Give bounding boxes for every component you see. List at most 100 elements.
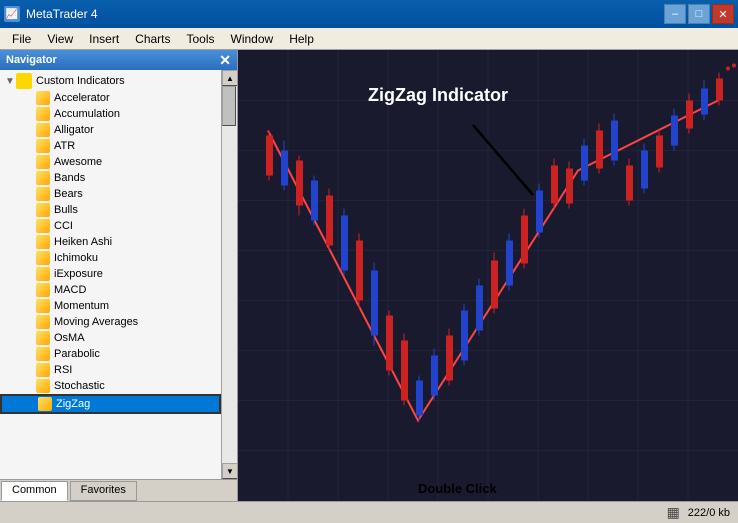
indicator-icon [36,139,50,153]
navigator-close-button[interactable]: ✕ [219,53,231,67]
navigator-scrollbar: ▲ ▼ [221,70,237,479]
indicator-icon [36,219,50,233]
menu-tools[interactable]: Tools [179,30,223,48]
title-bar: 📈 MetaTrader 4 – □ ✕ [0,0,738,28]
scrollbar-thumb[interactable] [222,86,236,126]
menu-insert[interactable]: Insert [81,30,127,48]
tree-item-accumulation[interactable]: Accumulation [0,106,221,122]
indicator-icon [36,171,50,185]
item-label: iExposure [54,268,103,280]
item-label: Parabolic [54,348,100,360]
navigator-header: Navigator ✕ [0,50,237,70]
item-label: ATR [54,140,75,152]
tab-favorites-label: Favorites [81,484,126,496]
menu-window[interactable]: Window [223,30,282,48]
item-label: Heiken Ashi [54,236,112,248]
indicator-icon [36,187,50,201]
indicator-icon [36,123,50,137]
indicator-icon [36,203,50,217]
double-click-label: Double Click [418,481,497,496]
minimize-button[interactable]: – [664,4,686,24]
indicator-icon [36,347,50,361]
item-label: Momentum [54,300,109,312]
indicator-icon [36,379,50,393]
menu-file[interactable]: File [4,30,39,48]
tree-item-iexposure[interactable]: iExposure [0,266,221,282]
tree-item-bands[interactable]: Bands [0,170,221,186]
tree-item-stochastic[interactable]: Stochastic [0,378,221,394]
scrollbar-track [222,86,237,463]
indicator-icon [36,267,50,281]
tree-item-macd[interactable]: MACD [0,282,221,298]
menu-bar: File View Insert Charts Tools Window Hel… [0,28,738,50]
tree-item-ichimoku[interactable]: Ichimoku [0,250,221,266]
item-label: Bulls [54,204,78,216]
zigzag-annotation-label: ZigZag Indicator [368,85,508,106]
chart-svg [238,50,738,501]
menu-charts[interactable]: Charts [127,30,178,48]
menu-help[interactable]: Help [281,30,322,48]
tree-item-moving-averages[interactable]: Moving Averages [0,314,221,330]
tree-item-parabolic[interactable]: Parabolic [0,346,221,362]
indicator-icon [36,315,50,329]
navigator-tabs: Common Favorites [0,479,237,501]
tree-item-atr[interactable]: ATR [0,138,221,154]
root-folder-icon [16,73,32,89]
tree-item-bears[interactable]: Bears [0,186,221,202]
title-bar-title: MetaTrader 4 [26,7,98,21]
navigator-panel: Navigator ✕ ▼ Custom Indicators Accelera… [0,50,238,501]
tree-item-rsi[interactable]: RSI [0,362,221,378]
status-grid-icon: ▦ [667,504,680,521]
main-area: Navigator ✕ ▼ Custom Indicators Accelera… [0,50,738,501]
indicator-icon [36,107,50,121]
item-label: Stochastic [54,380,105,392]
item-label: Awesome [54,156,102,168]
scrollbar-down-button[interactable]: ▼ [222,463,237,479]
tree-item-momentum[interactable]: Momentum [0,298,221,314]
tab-favorites[interactable]: Favorites [70,481,137,501]
item-label: Alligator [54,124,94,136]
navigator-title: Navigator [6,54,57,66]
indicator-icon [36,283,50,297]
status-bar: ▦ 222/0 kb [0,501,738,523]
item-label: Moving Averages [54,316,138,328]
item-label: ZigZag [56,398,90,410]
tree-item-awesome[interactable]: Awesome [0,154,221,170]
expand-icon: ▼ [4,76,16,87]
item-label: Accelerator [54,92,110,104]
navigator-tree: ▼ Custom Indicators Accelerator Accumula… [0,70,221,479]
indicator-icon [36,251,50,265]
close-button[interactable]: ✕ [712,4,734,24]
tree-item-heiken-ashi[interactable]: Heiken Ashi [0,234,221,250]
tree-item-bulls[interactable]: Bulls [0,202,221,218]
tree-item-zigzag[interactable]: ZigZag [0,394,221,414]
indicator-icon [36,331,50,345]
tree-item-osma[interactable]: OsMA [0,330,221,346]
maximize-button[interactable]: □ [688,4,710,24]
scrollbar-up-button[interactable]: ▲ [222,70,237,86]
indicator-icon [36,235,50,249]
tree-item-accelerator[interactable]: Accelerator [0,90,221,106]
status-memory: 222/0 kb [688,507,730,519]
item-label: OsMA [54,332,85,344]
title-bar-controls: – □ ✕ [664,4,734,24]
tab-common-label: Common [12,484,57,496]
item-label: Accumulation [54,108,120,120]
indicator-icon [36,155,50,169]
item-label: MACD [54,284,86,296]
tree-root-custom-indicators[interactable]: ▼ Custom Indicators [0,72,221,90]
indicator-icon [36,91,50,105]
indicator-icon [36,363,50,377]
item-label: Ichimoku [54,252,98,264]
title-bar-left: 📈 MetaTrader 4 [4,6,98,22]
tree-item-cci[interactable]: CCI [0,218,221,234]
menu-view[interactable]: View [39,30,81,48]
tree-item-alligator[interactable]: Alligator [0,122,221,138]
indicator-icon [36,299,50,313]
item-label: CCI [54,220,73,232]
tab-common[interactable]: Common [1,481,68,501]
chart-area[interactable]: ZigZag Indicator Double Click [238,50,738,501]
item-label: RSI [54,364,72,376]
item-label: Bands [54,172,85,184]
item-label: Bears [54,188,83,200]
